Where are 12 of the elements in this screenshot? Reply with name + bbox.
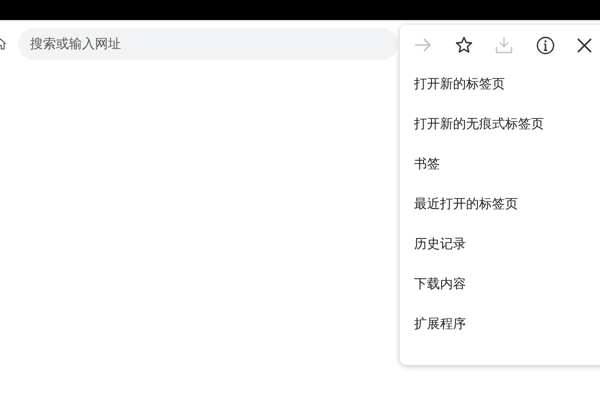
menu-item[interactable]: 打开新的标签页 — [400, 65, 600, 105]
close-icon[interactable] — [577, 38, 592, 52]
menu-item[interactable]: 扩展程序 — [400, 305, 600, 345]
address-field[interactable]: 搜索或输入网址 — [18, 28, 398, 60]
info-icon[interactable] — [536, 36, 554, 54]
menu-item[interactable]: 最近打开的标签页 — [400, 185, 600, 225]
menu-item[interactable]: 历史记录 — [400, 225, 600, 265]
menu-item[interactable]: 下载内容 — [400, 265, 600, 305]
star-icon[interactable] — [454, 36, 472, 54]
menu-item[interactable]: 书签 — [400, 145, 600, 185]
home-icon[interactable] — [0, 37, 7, 51]
menu-item[interactable]: 打开新的无痕式标签页 — [400, 105, 600, 145]
